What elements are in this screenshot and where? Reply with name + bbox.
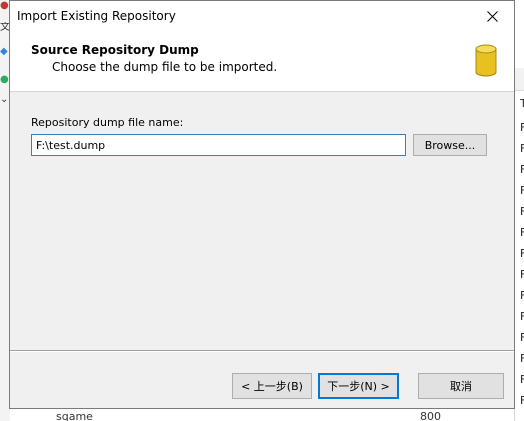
background-list-item: F	[520, 353, 524, 365]
background-list-item: F	[520, 206, 524, 218]
title-bar[interactable]: Import Existing Repository	[10, 1, 514, 31]
back-button[interactable]: < 上一步(B)	[232, 373, 312, 399]
background-list-item: F	[520, 311, 524, 323]
background-right-panel: T F F F F F F F F F F F F F F	[514, 0, 524, 421]
background-row-value: 800	[420, 410, 441, 421]
background-bottom-row: sqame 800	[10, 407, 514, 421]
background-list-item: F	[520, 143, 524, 155]
background-list-item: F	[520, 332, 524, 344]
background-list-item: F	[520, 122, 524, 134]
next-button[interactable]: 下一步(N) >	[318, 373, 399, 399]
close-button[interactable]	[470, 1, 514, 31]
import-repository-dialog: Import Existing Repository Source Reposi…	[9, 0, 515, 409]
page-title: Source Repository Dump	[31, 43, 199, 57]
dump-file-label: Repository dump file name:	[31, 116, 184, 129]
close-icon	[486, 10, 498, 22]
background-list-item: F	[520, 227, 524, 239]
cancel-button[interactable]: 取消	[418, 373, 504, 399]
background-list-item: F	[520, 374, 524, 386]
background-list-item: F	[520, 395, 524, 407]
window-title: Import Existing Repository	[17, 9, 176, 23]
background-list-header	[515, 68, 524, 91]
background-list-item: F	[520, 248, 524, 260]
footer-separator	[10, 350, 514, 352]
page-subtitle: Choose the dump file to be imported.	[52, 60, 278, 74]
wizard-header: Source Repository Dump Choose the dump f…	[10, 31, 514, 92]
background-list-item: F	[520, 164, 524, 176]
background-row-text: sqame	[56, 410, 93, 421]
background-list-item: F	[520, 290, 524, 302]
background-column-header: T	[520, 98, 524, 110]
dump-file-input[interactable]	[31, 134, 406, 156]
browse-button[interactable]: Browse...	[413, 134, 487, 156]
background-list-item: F	[520, 269, 524, 281]
database-icon	[475, 44, 497, 77]
background-list-item: F	[520, 185, 524, 197]
